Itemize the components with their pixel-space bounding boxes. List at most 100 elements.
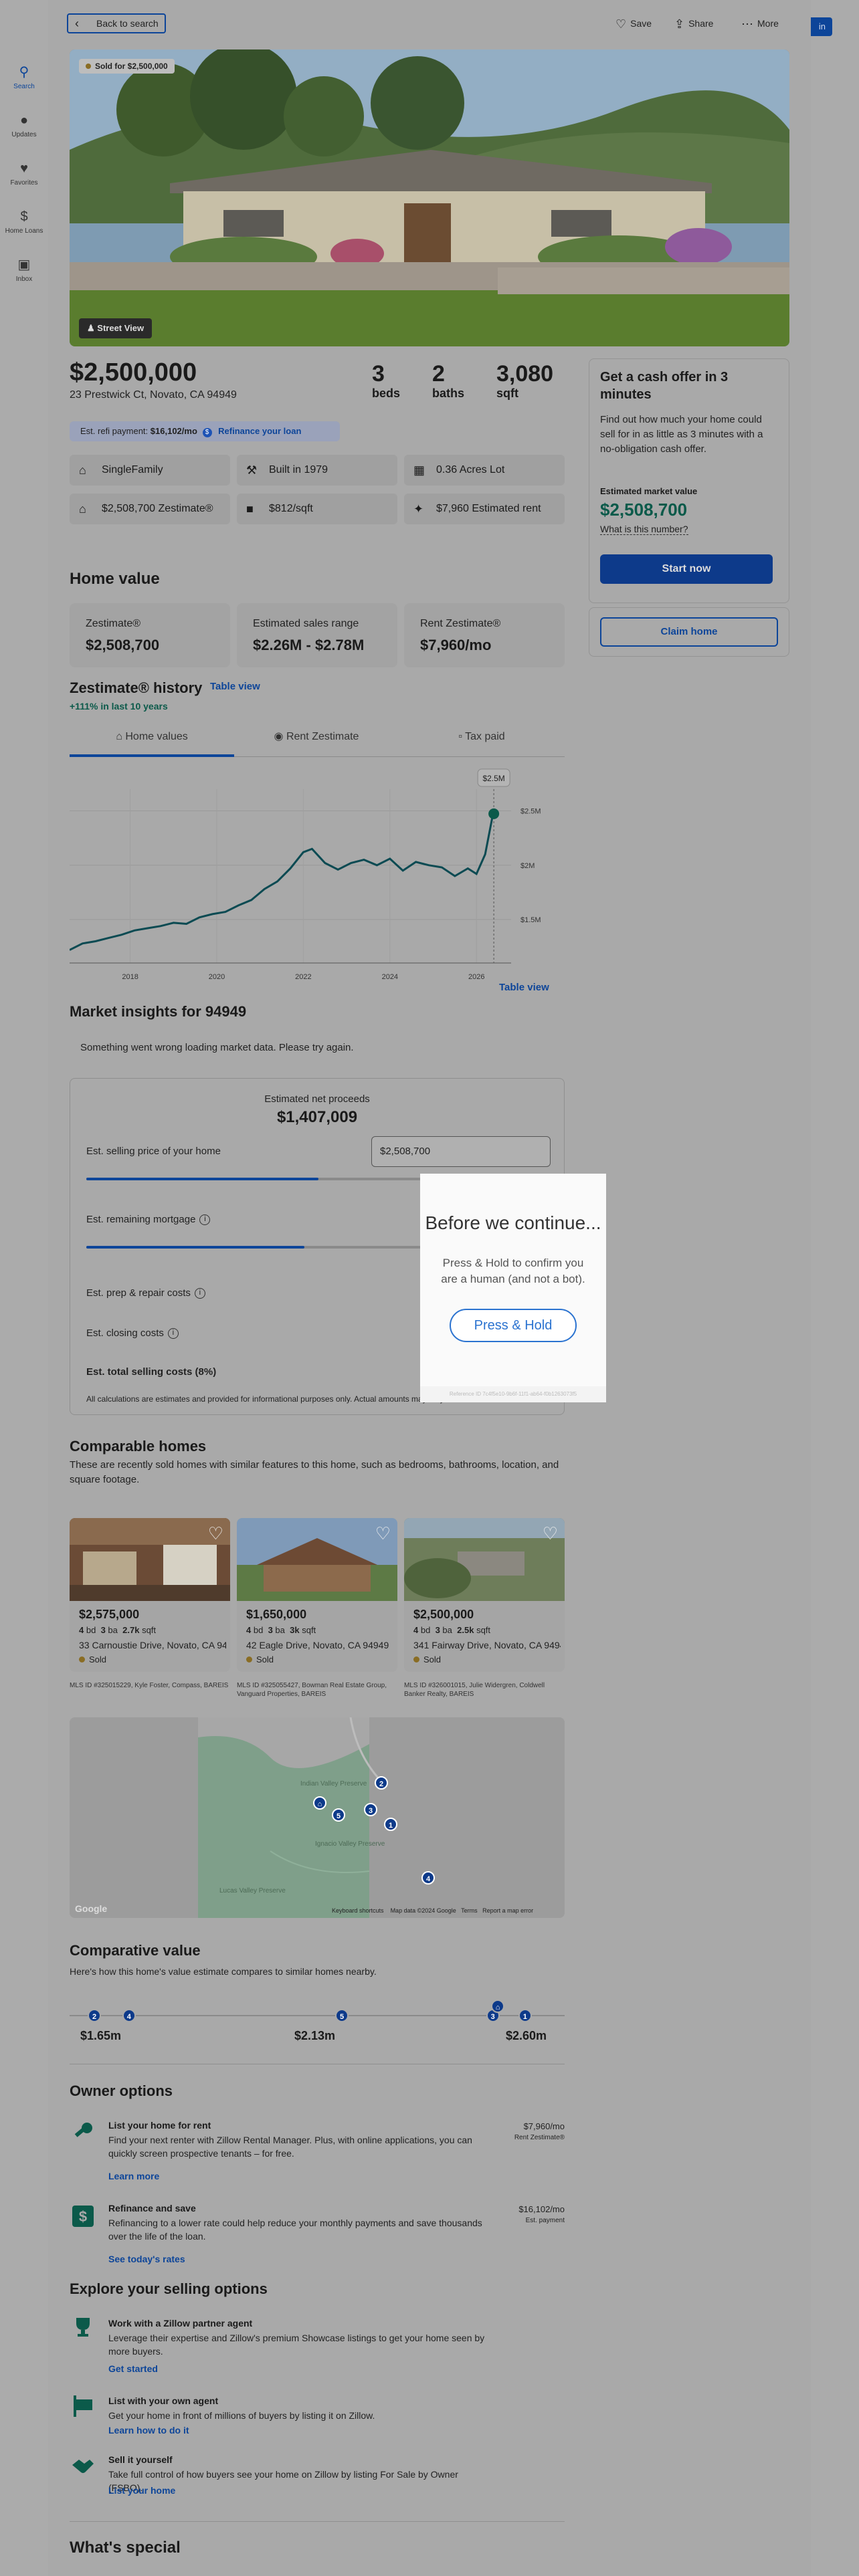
street-view-button[interactable]: ♟ Street View: [79, 318, 153, 338]
sold-dot-icon: [246, 1656, 252, 1662]
favorite-heart-icon[interactable]: ♡: [208, 1523, 223, 1544]
terms-link[interactable]: Terms: [461, 1907, 478, 1914]
heart-icon: ♥: [20, 161, 28, 176]
mls-attribution: MLS ID #325055427, Bowman Real Estate Gr…: [237, 1682, 387, 1698]
save-button[interactable]: ♡ Save: [615, 15, 652, 33]
comparative-home-pin[interactable]: ⌂: [491, 2000, 505, 2013]
comparable-status: Sold: [246, 1654, 274, 1665]
inbox-icon: ▣: [17, 257, 31, 272]
selling-price-input[interactable]: $2,508,700: [371, 1136, 551, 1167]
current-point-marker: [488, 808, 500, 819]
slider-fill: [86, 1178, 318, 1180]
bd-count: 4: [413, 1625, 419, 1635]
comparable-photo: [237, 1518, 397, 1601]
map-pin-2[interactable]: 2: [375, 1776, 388, 1790]
right-value: $7,960/mo: [523, 2121, 565, 2131]
map-label-ignacio-valley: Ignacio Valley Preserve: [315, 1840, 385, 1848]
info-icon[interactable]: i: [194, 1288, 205, 1299]
est-market-label: Estimated market value: [600, 486, 698, 496]
tab-label: Rent Zestimate: [286, 731, 359, 742]
tab-home-values[interactable]: ⌂ Home values: [70, 725, 234, 757]
start-now-button[interactable]: Start now: [600, 554, 773, 584]
bd-unit: bd: [420, 1625, 431, 1635]
sidebar-item-inbox[interactable]: ▣ Inbox: [0, 257, 48, 283]
sidebar-item-search[interactable]: ⚲ Search: [0, 64, 48, 90]
info-icon[interactable]: i: [167, 1328, 179, 1339]
sidebar-item-home-loans[interactable]: $ Home Loans: [0, 209, 48, 235]
sidebar-item-favorites[interactable]: ♥ Favorites: [0, 160, 48, 187]
map-attribution: Keyboard shortcuts Map data ©2024 Google…: [332, 1907, 533, 1914]
option-body: Find your next renter with Zillow Rental…: [108, 2135, 472, 2159]
info-icon[interactable]: i: [199, 1214, 211, 1226]
save-label: Save: [630, 18, 652, 29]
report-map-error-link[interactable]: Report a map error: [482, 1907, 533, 1914]
comparative-pin-4[interactable]: 4: [122, 2009, 136, 2022]
hammer-icon: ⚒: [246, 463, 258, 477]
share-button[interactable]: ⇪ Share: [674, 15, 713, 33]
tab-rent-zestimate[interactable]: ◉ Rent Zestimate: [234, 725, 399, 757]
todays-rates-link[interactable]: See today's rates: [108, 2254, 185, 2264]
status-text: Sold: [89, 1654, 107, 1665]
map-pin-home[interactable]: ⌂: [313, 1796, 326, 1810]
table-view-link[interactable]: Table view: [210, 681, 260, 692]
right-sub: Est. payment: [525, 2217, 565, 2224]
comparable-status: Sold: [413, 1654, 441, 1665]
hero-photo[interactable]: Sold for $2,500,000 ♟ Street View: [70, 49, 789, 346]
map-pin-4[interactable]: 4: [421, 1871, 435, 1885]
zestimate-icon: ⌂: [79, 502, 86, 516]
zestimate-series-line: [69, 809, 495, 951]
more-label: More: [757, 18, 779, 29]
learn-how-link[interactable]: Learn how to do it: [108, 2425, 189, 2436]
card-value: $7,960/mo: [420, 637, 492, 653]
map-pin-5[interactable]: 5: [332, 1808, 345, 1822]
comparative-pin-2[interactable]: 2: [88, 2009, 101, 2022]
x-tick-label: 2026: [468, 973, 484, 981]
refinance-link[interactable]: Refinance your loan: [218, 426, 301, 436]
listing-address: 23 Prestwick Ct, Novato, CA 94949: [70, 389, 237, 401]
rent-zestimate-card: Rent Zestimate® $7,960/mo: [404, 603, 565, 667]
modal-title: Before we continue...: [425, 1212, 601, 1233]
get-started-link[interactable]: Get started: [108, 2363, 158, 2374]
modal-body: Press & Hold to confirm you are a human …: [441, 1257, 585, 1285]
dollar-icon: $: [20, 209, 28, 224]
favorite-heart-icon[interactable]: ♡: [375, 1523, 391, 1544]
sqft-unit: sqft: [476, 1625, 491, 1635]
sidebar-item-updates[interactable]: ● Updates: [0, 112, 48, 138]
growth-text: +111% in last 10 years: [70, 701, 168, 712]
sold-dot-icon: [79, 1656, 85, 1662]
comparable-homes-description: These are recently sold homes with simil…: [70, 1459, 559, 1485]
beds-stat: 3 beds: [372, 361, 400, 401]
what-is-this-link[interactable]: What is this number?: [600, 524, 688, 535]
comparable-home-card[interactable]: ♡ $2,575,000 4 bd 3 ba 2.7k sqft 33 Carn…: [70, 1518, 230, 1672]
comparative-pin-5[interactable]: 5: [335, 2009, 349, 2022]
comparable-home-card[interactable]: ♡ $2,500,000 4 bd 3 ba 2.5k sqft 341 Fai…: [404, 1518, 565, 1672]
comparative-pin-1[interactable]: 1: [518, 2009, 532, 2022]
back-to-search-button[interactable]: ‹ Back to search: [67, 13, 166, 33]
table-view-bottom-link[interactable]: Table view: [499, 982, 549, 993]
tab-tax-paid[interactable]: ▫ Tax paid: [399, 725, 565, 757]
favorite-heart-icon[interactable]: ♡: [543, 1523, 558, 1544]
option-title: Work with a Zillow partner agent: [108, 2318, 253, 2329]
comparable-home-card[interactable]: ♡ $1,650,000 4 bd 3 ba 3k sqft 42 Eagle …: [237, 1518, 397, 1672]
claim-home-button[interactable]: Claim home: [600, 617, 778, 647]
comparable-photo: [70, 1518, 230, 1601]
keyboard-shortcuts-link[interactable]: Keyboard shortcuts: [332, 1907, 384, 1914]
press-and-hold-button[interactable]: Press & Hold: [450, 1309, 577, 1342]
comparables-map[interactable]: Indian Valley Preserve Ignacio Valley Pr…: [70, 1717, 565, 1918]
more-button[interactable]: ⋯ More: [741, 15, 779, 33]
zestimate-history-chart[interactable]: $1.5M $2M $2.5M 2018 2020 2022 2024 2026 $2.5M: [69, 762, 565, 990]
net-proceeds-label: Estimated net proceeds: [264, 1093, 370, 1105]
baths-stat: 2 baths: [432, 361, 464, 401]
card-value: $2,508,700: [86, 637, 160, 653]
learn-more-link[interactable]: Learn more: [108, 2171, 159, 2181]
map-pin-1[interactable]: 1: [384, 1818, 397, 1831]
map-label-indian-valley: Indian Valley Preserve: [300, 1780, 367, 1788]
beds-count: 3: [372, 361, 385, 387]
list-your-home-link[interactable]: List your home: [108, 2485, 175, 2496]
bd-count: 4: [246, 1625, 252, 1635]
ba-count: 3: [268, 1625, 273, 1635]
cash-offer-card: Get a cash offer in 3 minutes Find out h…: [589, 358, 789, 603]
fact-text: $812/sqft: [269, 503, 313, 514]
map-pin-3[interactable]: 3: [364, 1803, 377, 1816]
comparable-photo: [404, 1518, 565, 1601]
